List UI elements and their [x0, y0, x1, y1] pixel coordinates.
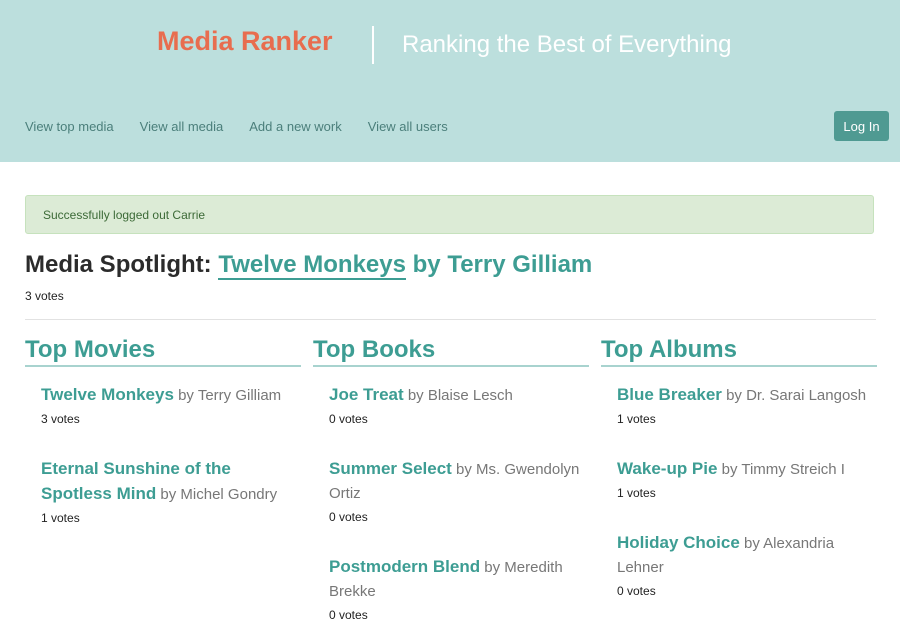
work-title-link[interactable]: Wake-up Pie	[617, 459, 717, 478]
list-item: Wake-up Pie by Timmy Streich I 1 votes	[617, 457, 869, 500]
login-button[interactable]: Log In	[834, 111, 889, 141]
list-item: Blue Breaker by Dr. Sarai Langosh 1 vote…	[617, 383, 869, 426]
work-creator: by Blaise Lesch	[407, 387, 513, 404]
work-title-link[interactable]: Twelve Monkeys	[41, 385, 174, 404]
vote-count: 1 votes	[617, 412, 656, 426]
flash-message: Successfully logged out Carrie	[25, 195, 874, 234]
vote-count: 0 votes	[329, 412, 368, 426]
site-title[interactable]: Media Ranker	[157, 26, 333, 57]
vote-count: 0 votes	[329, 608, 368, 622]
media-spotlight: Media Spotlight: Twelve Monkeys by Terry…	[25, 251, 593, 280]
column-heading: Top Books	[313, 335, 589, 367]
vote-count: 3 votes	[41, 412, 80, 426]
work-creator: by Terry Gilliam	[178, 387, 282, 404]
site-header: Media Ranker Ranking the Best of Everyth…	[0, 0, 900, 162]
list-item: Postmodern Blend by Meredith Brekke 0 vo…	[329, 555, 581, 622]
work-title-link[interactable]: Summer Select	[329, 459, 452, 478]
header-divider	[372, 26, 374, 64]
nav-add-new-work[interactable]: Add a new work	[249, 119, 342, 134]
main-nav: View top media View all media Add a new …	[25, 119, 474, 134]
nav-view-all-users[interactable]: View all users	[368, 119, 448, 134]
top-books-column: Top Books Joe Treat by Blaise Lesch 0 vo…	[313, 335, 589, 622]
spotlight-creator: by Terry Gilliam	[412, 251, 593, 278]
spotlight-prefix: Media Spotlight:	[25, 251, 212, 278]
spotlight-votes: 3 votes	[25, 289, 64, 303]
list-item: Summer Select by Ms. Gwendolyn Ortiz 0 v…	[329, 457, 581, 524]
nav-view-top-media[interactable]: View top media	[25, 119, 114, 134]
section-divider	[25, 319, 876, 320]
spotlight-title-link[interactable]: Twelve Monkeys	[218, 251, 406, 280]
nav-view-all-media[interactable]: View all media	[140, 119, 224, 134]
list-item: Joe Treat by Blaise Lesch 0 votes	[329, 383, 581, 426]
list-item: Twelve Monkeys by Terry Gilliam 3 votes	[41, 383, 293, 426]
list-item: Holiday Choice by Alexandria Lehner 0 vo…	[617, 531, 869, 598]
column-heading: Top Movies	[25, 335, 301, 367]
column-heading: Top Albums	[601, 335, 877, 367]
top-movies-column: Top Movies Twelve Monkeys by Terry Gilli…	[25, 335, 301, 525]
vote-count: 0 votes	[617, 584, 656, 598]
work-creator: by Michel Gondry	[160, 486, 278, 503]
vote-count: 1 votes	[41, 511, 80, 525]
work-creator: by Timmy Streich I	[721, 461, 845, 478]
vote-count: 0 votes	[329, 510, 368, 524]
work-title-link[interactable]: Blue Breaker	[617, 385, 722, 404]
work-title-link[interactable]: Joe Treat	[329, 385, 404, 404]
work-title-link[interactable]: Postmodern Blend	[329, 557, 480, 576]
vote-count: 1 votes	[617, 486, 656, 500]
work-title-link[interactable]: Holiday Choice	[617, 533, 740, 552]
work-creator: by Dr. Sarai Langosh	[726, 387, 867, 404]
site-tagline: Ranking the Best of Everything	[402, 31, 732, 58]
top-albums-column: Top Albums Blue Breaker by Dr. Sarai Lan…	[601, 335, 877, 598]
list-item: Eternal Sunshine of the Spotless Mind by…	[41, 457, 293, 525]
